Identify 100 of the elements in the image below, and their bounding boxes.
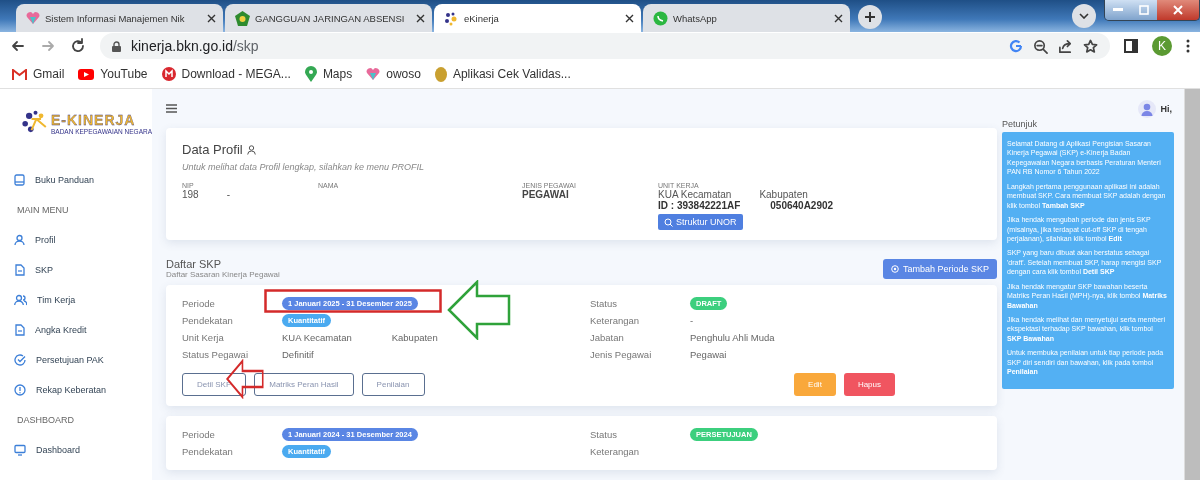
scrollbar[interactable] bbox=[1184, 89, 1200, 480]
m-circle-icon bbox=[161, 67, 176, 81]
user-icon bbox=[14, 234, 25, 246]
field-value: PEGAWAI bbox=[522, 189, 569, 200]
share-icon[interactable] bbox=[1058, 38, 1073, 54]
close-icon[interactable] bbox=[625, 13, 634, 23]
greeting-text: Hi, bbox=[1160, 103, 1172, 114]
field-value: Penghulu Ahli Muda bbox=[690, 332, 775, 343]
bookmark[interactable]: Download - MEGA... bbox=[161, 67, 291, 81]
bookmark[interactable]: YouTube bbox=[78, 67, 148, 81]
field-value: KUA Kecamatan bbox=[282, 332, 352, 343]
lock-icon bbox=[112, 40, 121, 52]
menu-section-label: DASHBOARD bbox=[16, 414, 75, 427]
address-bar[interactable]: kinerja.bkn.go.id/skp bbox=[100, 33, 1110, 59]
emblem-icon bbox=[235, 10, 250, 26]
field-label: Jabatan bbox=[590, 332, 625, 343]
tab-search-button[interactable] bbox=[1072, 4, 1096, 28]
panel-title: Petunjuk bbox=[1002, 119, 1039, 129]
menu-icon[interactable] bbox=[1186, 39, 1190, 53]
field-label: Keterangan bbox=[590, 315, 641, 326]
field-label: Pendekatan bbox=[182, 446, 234, 457]
browser-tab[interactable]: eKinerja bbox=[434, 4, 641, 32]
close-window-button[interactable] bbox=[1157, 0, 1199, 20]
field-value: Definitif bbox=[282, 349, 314, 360]
minimize-button[interactable] bbox=[1105, 0, 1131, 20]
field-label: Pendekatan bbox=[182, 315, 234, 326]
bookmark[interactable]: Maps bbox=[304, 66, 353, 82]
add-period-button[interactable]: Tambah Periode SKP bbox=[882, 259, 997, 279]
sidebar-item[interactable]: Profil bbox=[14, 225, 152, 255]
field-value: Kabupaten bbox=[759, 189, 808, 200]
field-label: Status bbox=[590, 429, 618, 440]
map-pin-icon bbox=[304, 66, 317, 82]
sidebar-item[interactable]: Tim Kerja bbox=[14, 285, 152, 315]
sidebar-item[interactable]: Buku Panduan bbox=[14, 165, 152, 195]
monitor-icon bbox=[14, 444, 26, 456]
field-value: Pegawai bbox=[690, 349, 727, 360]
unit-id-text: 050640A2902 bbox=[770, 200, 834, 211]
section-title: Daftar SKP bbox=[166, 258, 223, 270]
field-value: 198 bbox=[182, 189, 199, 200]
sidebar-item[interactable]: SKP bbox=[14, 255, 152, 285]
sidebar-item[interactable]: Persetujuan PAK bbox=[14, 345, 152, 375]
chat-icon bbox=[653, 10, 668, 26]
search-icon bbox=[664, 217, 673, 227]
field-label: Status Pegawai bbox=[182, 349, 249, 360]
new-tab-button[interactable] bbox=[858, 5, 882, 29]
field-value: - bbox=[226, 189, 231, 200]
heart-icon bbox=[366, 68, 381, 80]
field-label: Jenis Pegawai bbox=[590, 349, 653, 360]
field-value: Kabupaten bbox=[391, 332, 438, 343]
browser-tab[interactable]: GANGGUAN JARINGAN ABSENSI bbox=[225, 4, 432, 32]
alert-circle-icon bbox=[14, 384, 26, 396]
struktur-unor-button[interactable]: Struktur UNOR bbox=[658, 214, 743, 230]
check-circle-icon bbox=[14, 354, 26, 366]
bookmark[interactable]: Gmail bbox=[12, 67, 65, 81]
field-label: Periode bbox=[182, 429, 216, 440]
play-icon bbox=[78, 68, 95, 80]
field-label: Status bbox=[590, 298, 618, 309]
avatar-icon[interactable] bbox=[1138, 99, 1157, 118]
plus-icon[interactable] bbox=[864, 11, 876, 23]
star-icon[interactable] bbox=[1083, 38, 1098, 54]
users-icon bbox=[14, 294, 27, 306]
book-icon bbox=[14, 174, 25, 186]
close-icon[interactable] bbox=[207, 13, 216, 23]
google-icon[interactable] bbox=[1009, 39, 1023, 53]
menu-icon[interactable] bbox=[166, 104, 177, 113]
sidebar-item[interactable]: Angka Kredit bbox=[14, 315, 152, 345]
annotation-arrow bbox=[447, 280, 511, 340]
target-icon bbox=[890, 265, 899, 273]
field-value: - bbox=[690, 315, 694, 326]
side-panel-icon[interactable] bbox=[1124, 39, 1138, 53]
card-title: Data Profil bbox=[182, 142, 243, 157]
zoom-out-icon[interactable] bbox=[1033, 38, 1048, 54]
browser-tab[interactable]: WhatsApp bbox=[643, 4, 850, 32]
close-icon[interactable] bbox=[834, 13, 843, 23]
mail-icon bbox=[12, 68, 27, 80]
sidebar-item[interactable]: Rekap Keberatan bbox=[14, 375, 152, 405]
document-icon bbox=[14, 264, 25, 276]
url-text: kinerja.bkn.go.id/skp bbox=[131, 38, 259, 54]
field-label: Periode bbox=[182, 298, 216, 309]
bookmark[interactable]: Aplikasi Cek Validas... bbox=[434, 66, 571, 82]
section-subtitle: Daftar Sasaran Kinerja Pegawai bbox=[166, 270, 280, 279]
menu-section-label: MAIN MENU bbox=[16, 204, 70, 217]
heart-icon bbox=[26, 12, 40, 24]
dots-logo-icon bbox=[444, 10, 459, 26]
field-label: Keterangan bbox=[590, 446, 641, 457]
bookmark[interactable]: owoso bbox=[366, 67, 421, 81]
document-icon bbox=[14, 324, 25, 336]
coin-icon bbox=[434, 66, 447, 82]
field-value: KUA Kecamatan bbox=[658, 189, 732, 200]
field-label: Unit Kerja bbox=[182, 332, 225, 343]
user-icon bbox=[246, 144, 256, 155]
card-subtitle: Untuk melihat data Profil lengkap, silahkan ke menu PROFIL bbox=[182, 162, 426, 172]
sidebar-item[interactable]: Dashboard bbox=[14, 435, 152, 465]
reload-icon[interactable] bbox=[70, 38, 86, 54]
chevron-down-icon[interactable] bbox=[1079, 13, 1089, 19]
browser-tab[interactable]: Sistem Informasi Manajemen Nik bbox=[16, 4, 223, 32]
logo-title: E-KINERJA bbox=[51, 111, 137, 128]
unit-id-text: ID : 393842221AF bbox=[658, 200, 741, 211]
close-icon[interactable] bbox=[416, 13, 425, 23]
back-icon[interactable] bbox=[10, 38, 26, 54]
